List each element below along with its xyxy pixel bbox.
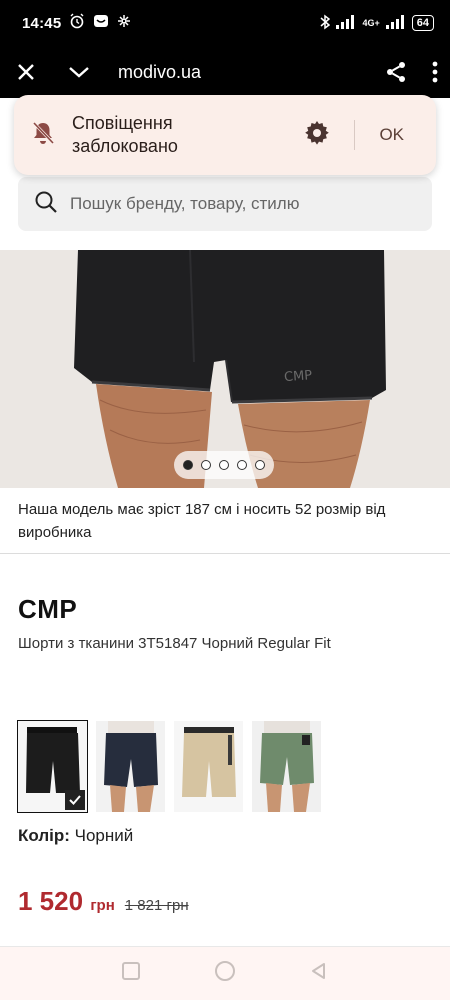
notification-line-2: заблоковано	[72, 136, 178, 156]
notification-text: Сповіщення заблоковано	[72, 112, 178, 158]
network-label: 4G+	[362, 18, 380, 28]
system-nav-bar	[0, 947, 450, 1000]
battery-level: 64	[416, 16, 429, 29]
pagination-dot-5[interactable]	[255, 460, 265, 470]
check-icon	[65, 790, 85, 810]
battery-icon: 64	[411, 15, 434, 31]
cmp-logo: CMP	[284, 368, 313, 385]
price-currency: грн	[90, 897, 115, 914]
pagination-dot-3[interactable]	[219, 460, 229, 470]
share-icon[interactable]	[384, 60, 408, 84]
variant-green[interactable]	[252, 721, 321, 812]
notification-line-1: Сповіщення	[72, 113, 173, 133]
pinwheel-icon	[117, 14, 131, 32]
browser-toolbar: modivo.ua	[0, 46, 450, 98]
search-icon	[34, 190, 58, 219]
product-title: Шорти з тканини 3T51847 Чорний Regular F…	[18, 635, 331, 652]
more-vert-icon[interactable]	[432, 61, 438, 83]
url-text[interactable]: modivo.ua	[118, 62, 201, 83]
status-bar: 14:45 4G+ 64	[0, 0, 450, 46]
price-value: 1 520	[18, 886, 84, 916]
search-placeholder: Пошук бренду, товару, стилю	[70, 194, 300, 213]
color-value: Чорний	[74, 826, 134, 845]
pagination-dot-1[interactable]	[183, 460, 193, 470]
notification-divider	[354, 120, 356, 150]
home-icon[interactable]	[213, 959, 237, 988]
ok-button[interactable]: OK	[379, 125, 404, 145]
variant-navy[interactable]	[96, 721, 165, 812]
color-variants	[17, 720, 321, 813]
pagination-dot-2[interactable]	[201, 460, 211, 470]
divider	[0, 553, 450, 554]
color-label: Колір:	[18, 826, 70, 845]
notification-blocked-banner: Сповіщення заблоковано OK	[14, 95, 436, 175]
back-icon[interactable]	[309, 961, 329, 986]
signal-icon	[336, 14, 356, 32]
pagination-dot-4[interactable]	[237, 460, 247, 470]
bluetooth-icon	[320, 14, 331, 33]
old-price: 1 821 грн	[124, 897, 189, 914]
variant-black[interactable]	[17, 720, 88, 813]
brand-name[interactable]: CMP	[18, 594, 77, 625]
message-icon	[93, 13, 109, 33]
current-price: 1 520 грн	[18, 886, 115, 917]
chevron-down-icon[interactable]	[68, 65, 90, 79]
color-info: Колір: Чорний	[18, 826, 133, 846]
search-input[interactable]: Пошук бренду, товару, стилю	[18, 177, 432, 231]
recents-icon[interactable]	[121, 961, 141, 986]
bell-off-icon	[32, 121, 55, 150]
price-row: 1 520 грн 1 821 грн	[18, 886, 189, 917]
status-time: 14:45	[22, 14, 62, 32]
model-size-note: Наша модель має зріст 187 см і носить 52…	[18, 501, 386, 541]
close-icon[interactable]	[16, 62, 36, 82]
signal-icon-2	[385, 14, 406, 32]
gallery-pagination[interactable]	[174, 451, 274, 479]
alarm-icon	[69, 13, 85, 33]
gear-icon[interactable]	[304, 120, 330, 151]
variant-beige[interactable]	[174, 721, 243, 812]
